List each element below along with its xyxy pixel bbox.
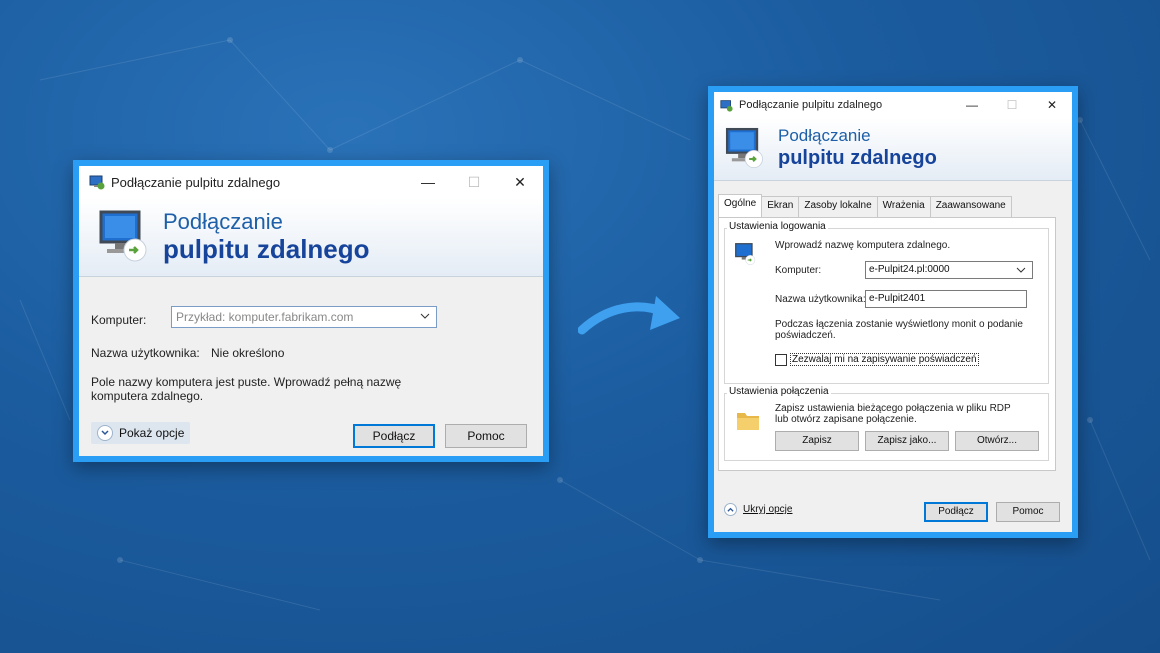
help-button[interactable]: Pomoc [996, 502, 1060, 522]
show-options-label: Pokaż opcje [119, 426, 185, 440]
login-settings-title: Ustawienia logowania [727, 221, 828, 232]
right-dialog-frame: Podłączanie pulpitu zdalnego — ☐ ✕ Podłą… [708, 86, 1078, 538]
tab-display[interactable]: Ekran [761, 196, 800, 217]
tab-local-resources[interactable]: Zasoby lokalne [798, 196, 878, 217]
maximize-button[interactable]: ☐ [451, 166, 497, 198]
right-banner: Podłączanie pulpitu zdalnego [714, 118, 1072, 181]
computer-label: Komputer: [91, 313, 147, 327]
right-dialog: Podłączanie pulpitu zdalnego — ☐ ✕ Podłą… [714, 92, 1072, 532]
computer-combobox[interactable]: Przykład: komputer.fabrikam.com [171, 306, 437, 328]
right-title-bar[interactable]: Podłączanie pulpitu zdalnego — ☐ ✕ [714, 92, 1072, 118]
credentials-note: Podczas łączenia zostanie wyświetlony mo… [775, 319, 1023, 341]
minimize-button[interactable]: — [952, 92, 992, 118]
chevron-down-icon[interactable] [1016, 265, 1026, 275]
remote-desktop-icon [725, 127, 763, 169]
username-input[interactable]: e-Pulpit2401 [865, 290, 1027, 308]
close-button[interactable]: ✕ [1032, 92, 1072, 118]
username-label: Nazwa użytkownika: [91, 346, 200, 360]
tab-general[interactable]: Ogólne [718, 194, 763, 218]
connection-note: Zapisz ustawienia bieżącego połączenia w… [775, 403, 1011, 425]
banner-title-line2: pulpitu zdalnego [778, 147, 937, 169]
chevron-up-icon [724, 503, 737, 516]
help-button[interactable]: Pomoc [445, 424, 527, 448]
connect-button[interactable]: Podłącz [353, 424, 435, 448]
hide-options-button[interactable]: Ukryj opcje [718, 500, 798, 519]
username-label: Nazwa użytkownika: [775, 294, 866, 305]
left-dialog: Podłączanie pulpitu zdalnego — ☐ ✕ Podłą… [79, 166, 543, 456]
username-value: Nie określono [211, 346, 285, 360]
curved-arrow-icon [578, 296, 680, 335]
remote-desktop-icon [99, 210, 147, 262]
general-tab-panel: Ustawienia logowania Wprowadź nazwę komp… [718, 217, 1056, 471]
tab-experience[interactable]: Wrażenia [876, 196, 931, 217]
folder-icon [737, 413, 759, 430]
hide-options-label: Ukryj opcje [743, 504, 793, 515]
connection-settings-title: Ustawienia połączenia [727, 386, 831, 397]
close-button[interactable]: ✕ [497, 166, 543, 198]
banner-title-line1: Podłączanie [163, 209, 283, 234]
remote-desktop-icon [89, 175, 105, 190]
left-banner: Podłączanie pulpitu zdalnego [79, 198, 543, 277]
chevron-down-icon[interactable] [420, 311, 430, 321]
computer-value: e-Pulpit24.pl:0000 [869, 264, 950, 275]
tab-advanced[interactable]: Zaawansowane [929, 196, 1012, 217]
remote-desktop-icon [735, 243, 756, 265]
show-options-button[interactable]: Pokaż opcje [91, 422, 191, 444]
save-as-button[interactable]: Zapisz jako... [865, 431, 949, 451]
save-credentials-checkbox[interactable]: Zezwalaj mi na zapisywanie poświadczeń [775, 353, 979, 366]
checkbox-box[interactable] [775, 353, 787, 366]
banner-title-line1: Podłączanie [778, 126, 871, 145]
left-title-bar[interactable]: Podłączanie pulpitu zdalnego — ☐ ✕ [79, 166, 543, 198]
empty-computer-message: Pole nazwy komputera jest puste. Wprowad… [91, 375, 402, 403]
computer-placeholder: Przykład: komputer.fabrikam.com [176, 310, 354, 324]
open-button[interactable]: Otwórz... [955, 431, 1039, 451]
chevron-down-icon [97, 425, 113, 441]
right-window-title: Podłączanie pulpitu zdalnego [739, 99, 883, 111]
save-credentials-label: Zezwalaj mi na zapisywanie poświadczeń [790, 353, 979, 366]
minimize-button[interactable]: — [405, 166, 451, 198]
remote-desktop-icon [720, 99, 733, 112]
connect-button[interactable]: Podłącz [924, 502, 988, 522]
computer-combobox[interactable]: e-Pulpit24.pl:0000 [865, 261, 1033, 279]
maximize-button[interactable]: ☐ [992, 92, 1032, 118]
left-window-title: Podłączanie pulpitu zdalnego [111, 174, 281, 190]
computer-label: Komputer: [775, 265, 822, 276]
banner-title-line2: pulpitu zdalnego [163, 234, 370, 264]
login-prompt: Wprowadź nazwę komputera zdalnego. [775, 240, 951, 251]
left-dialog-frame: Podłączanie pulpitu zdalnego — ☐ ✕ Podłą… [73, 160, 549, 462]
save-button[interactable]: Zapisz [775, 431, 859, 451]
